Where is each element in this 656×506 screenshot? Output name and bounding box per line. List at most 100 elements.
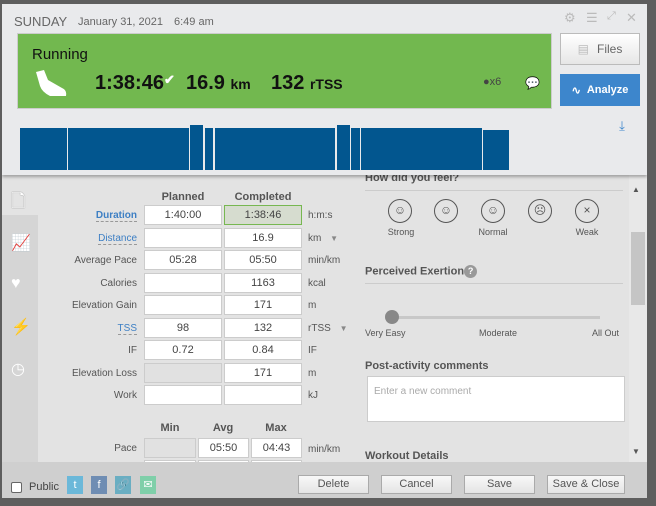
scroll-up-icon[interactable]: ▲	[632, 185, 640, 194]
duration-text: 1:38:46	[95, 72, 164, 94]
work-completed-input[interactable]	[224, 385, 302, 405]
check-icon: ✔	[163, 72, 175, 87]
interval-segment[interactable]	[190, 125, 204, 170]
face-weak-icon[interactable]: ×	[575, 199, 599, 223]
facebook-icon[interactable]: f	[91, 476, 107, 494]
duration-label-text: Duration	[95, 210, 137, 222]
workout-modal: 🗋 📈 ♥ ⚡ ◷ Planned Completed Duration 1:4…	[2, 4, 647, 498]
interval-segment[interactable]	[68, 128, 189, 170]
public-checkbox[interactable]	[11, 482, 22, 493]
comment-input[interactable]: Enter a new comment	[367, 376, 625, 422]
equipment-badge[interactable]: ●x6	[483, 76, 501, 88]
scrollbar[interactable]	[629, 175, 647, 462]
elevation-gain-unit-text: m	[308, 300, 317, 311]
interval-segment[interactable]	[214, 128, 336, 170]
if-completed-input[interactable]: 0.84	[224, 340, 302, 360]
average-pace-unit-text: min/km	[308, 255, 341, 266]
interval-segment[interactable]	[20, 128, 67, 170]
average-pace-unit: min/km	[308, 255, 340, 266]
tss-value: 132 rTSS	[271, 72, 343, 95]
distance-completed-input[interactable]: 16.9	[224, 227, 302, 248]
if-unit: IF	[308, 345, 317, 356]
if-unit-text: IF	[308, 345, 317, 356]
close-icon[interactable]: ✕	[626, 10, 637, 26]
expand-icon[interactable]: ⤢	[607, 10, 616, 23]
menu-icon[interactable]: ☰	[586, 10, 598, 26]
tss-planned-input[interactable]: 98	[144, 317, 222, 338]
interval-segment[interactable]	[204, 128, 214, 170]
duration-label[interactable]: Duration	[7, 210, 137, 222]
tss-text: 132	[271, 72, 305, 94]
running-shoe-icon	[36, 70, 67, 96]
calories-planned-input[interactable]	[144, 272, 222, 293]
day-label: SUNDAY	[14, 14, 68, 29]
work-unit-text: kJ	[308, 390, 318, 401]
calories-unit-text: kcal	[308, 277, 326, 289]
summary-panel[interactable]: Running 1:38:46✔ 16.9 km 132 rTSS ●x6 💬	[17, 33, 552, 109]
tss-completed-input[interactable]: 132	[224, 317, 302, 338]
delete-button[interactable]: Delete	[298, 475, 369, 494]
distance-planned-input[interactable]	[144, 227, 222, 248]
interval-segment[interactable]	[336, 125, 350, 170]
distance-unit-text: km	[308, 232, 322, 244]
duration-completed-input[interactable]: 1:38:46	[224, 205, 302, 225]
face-good-icon[interactable]: ☺	[434, 199, 458, 223]
sport-label: Running	[32, 46, 88, 63]
comments-icon[interactable]: 💬	[525, 76, 540, 90]
moderate-label: Moderate	[479, 328, 518, 338]
scroll-down-icon[interactable]: ▼	[632, 447, 640, 456]
twitter-icon[interactable]: t	[67, 476, 83, 494]
files-button[interactable]: ▤ Files	[560, 33, 640, 65]
pace-unit: min/km	[308, 444, 341, 455]
duration-planned-input[interactable]: 1:40:00	[144, 205, 222, 225]
interval-segment[interactable]	[361, 128, 482, 170]
pace-label: Pace	[114, 443, 137, 454]
cancel-button[interactable]: Cancel	[381, 475, 452, 494]
divider	[365, 283, 623, 284]
help-icon[interactable]: ?	[464, 265, 478, 278]
unit-dropdown-icon[interactable]: ▼	[330, 234, 338, 243]
calories-completed-input[interactable]: 1163	[224, 272, 302, 293]
avg-header: Avg	[212, 422, 234, 434]
elevation-gain-planned-input[interactable]	[144, 295, 222, 315]
average-pace-label: Average Pace	[7, 255, 137, 266]
tss-label-text: TSS	[117, 322, 137, 335]
exertion-title: Perceived Exertion?	[365, 265, 478, 278]
interval-segment[interactable]	[483, 130, 509, 170]
save-close-button[interactable]: Save & Close	[547, 475, 625, 494]
link-icon[interactable]: 🔗	[115, 476, 131, 494]
exertion-slider-track[interactable]	[394, 316, 600, 319]
duration-unit-text: h:m:s	[308, 210, 333, 221]
elevation-gain-completed-input[interactable]: 171	[224, 295, 302, 315]
kettlebell-icon: ●	[483, 76, 490, 88]
average-pace-completed-input[interactable]: 05:50	[224, 250, 302, 270]
email-icon[interactable]: ✉	[140, 476, 156, 494]
tss-unit: rTSS	[309, 76, 343, 92]
interval-segment[interactable]	[351, 128, 360, 170]
tss-label[interactable]: TSS	[7, 322, 137, 335]
header: SUNDAY January 31, 2021 6:49 am ⚙ ☰ ⤢ ✕ …	[2, 4, 647, 175]
gear-icon[interactable]: ⚙	[564, 10, 576, 26]
work-planned-input[interactable]	[144, 385, 222, 405]
distance-label[interactable]: Distance	[7, 232, 137, 245]
unit-dropdown-icon[interactable]: ▼	[340, 324, 348, 333]
distance-unit: km	[230, 76, 251, 92]
weak-label: Weak	[575, 227, 599, 237]
if-planned-input[interactable]: 0.72	[144, 340, 222, 360]
strong-label: Strong	[387, 227, 415, 237]
scrollbar-thumb[interactable]	[631, 232, 645, 305]
face-bad-icon[interactable]: ☹	[528, 199, 552, 223]
pace-avg-input[interactable]: 05:50	[198, 438, 249, 458]
elevation-loss-planned-input	[144, 362, 222, 383]
elevation-loss-completed-input[interactable]: 171	[224, 362, 302, 383]
average-pace-planned-input[interactable]: 05:28	[144, 250, 222, 270]
duration-unit: h:m:s	[308, 210, 332, 221]
exertion-slider-handle[interactable]	[385, 310, 399, 324]
face-normal-icon[interactable]: ☺	[481, 199, 505, 223]
download-icon[interactable]: ⤓	[612, 118, 632, 136]
elevation-gain-unit: m	[308, 300, 316, 311]
save-button[interactable]: Save	[464, 475, 535, 494]
analyze-button[interactable]: ∿ Analyze	[560, 74, 640, 106]
face-strong-icon[interactable]: ☺	[388, 199, 412, 223]
pace-max-input[interactable]: 04:43	[251, 438, 302, 458]
